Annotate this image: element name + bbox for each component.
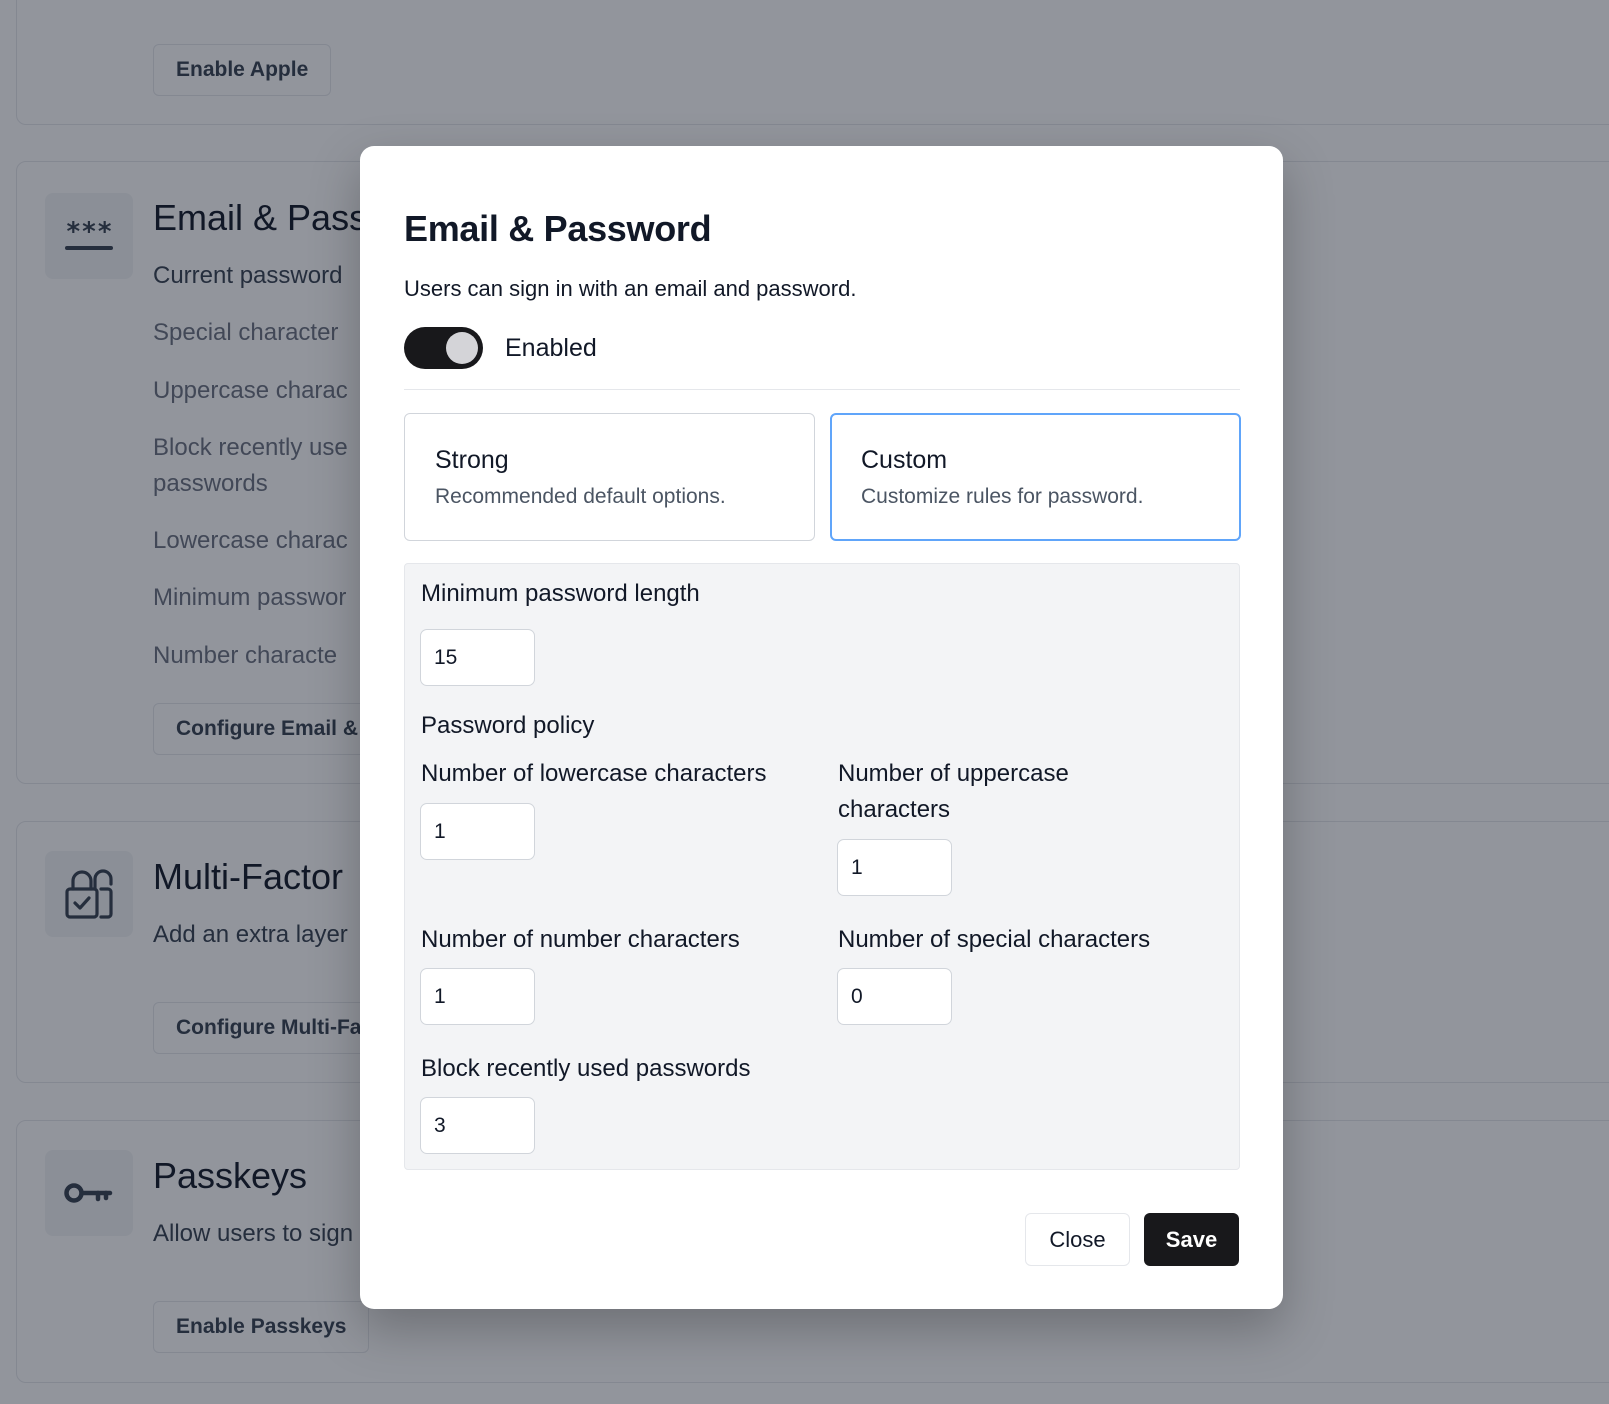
toggle-knob xyxy=(446,332,478,364)
settings-page: Enable Apple *** Email & Passw Current p… xyxy=(0,0,1609,1404)
block-recent-label: Block recently used passwords xyxy=(421,1055,751,1082)
option-title: Strong xyxy=(435,446,509,474)
dialog-description: Users can sign in with an email and pass… xyxy=(404,276,857,301)
save-button[interactable]: Save xyxy=(1144,1213,1239,1266)
option-subtitle: Recommended default options. xyxy=(435,485,726,508)
password-policy-heading: Password policy xyxy=(421,712,595,739)
number-chars-input[interactable] xyxy=(420,968,535,1025)
lowercase-input[interactable] xyxy=(420,803,535,860)
special-chars-label: Number of special characters xyxy=(838,926,1151,953)
special-chars-input[interactable] xyxy=(837,968,952,1025)
number-chars-label: Number of number characters xyxy=(421,926,740,953)
uppercase-label-line1: Number of uppercase xyxy=(838,760,1069,787)
min-length-label: Minimum password length xyxy=(421,580,700,607)
option-title: Custom xyxy=(861,446,948,474)
close-button[interactable]: Close xyxy=(1025,1213,1130,1266)
option-subtitle: Customize rules for password. xyxy=(861,485,1144,508)
min-length-input[interactable] xyxy=(420,629,535,686)
uppercase-label: Number of uppercase characters xyxy=(838,756,1069,828)
custom-rules-panel: Minimum password length Password policy … xyxy=(404,563,1240,1170)
lowercase-label: Number of lowercase characters xyxy=(421,760,767,787)
strong-option-card[interactable]: Strong Recommended default options. xyxy=(404,413,815,541)
custom-option-card[interactable]: Custom Customize rules for password. xyxy=(830,413,1241,541)
uppercase-label-line2: characters xyxy=(838,796,951,823)
divider xyxy=(404,389,1240,390)
enabled-toggle-row: Enabled xyxy=(404,327,597,369)
block-recent-input[interactable] xyxy=(420,1097,535,1154)
uppercase-input[interactable] xyxy=(837,839,952,896)
enabled-toggle[interactable] xyxy=(404,327,483,369)
email-password-dialog: Email & Password Users can sign in with … xyxy=(360,146,1283,1309)
enabled-toggle-label: Enabled xyxy=(505,333,597,362)
dialog-title: Email & Password xyxy=(404,208,712,249)
